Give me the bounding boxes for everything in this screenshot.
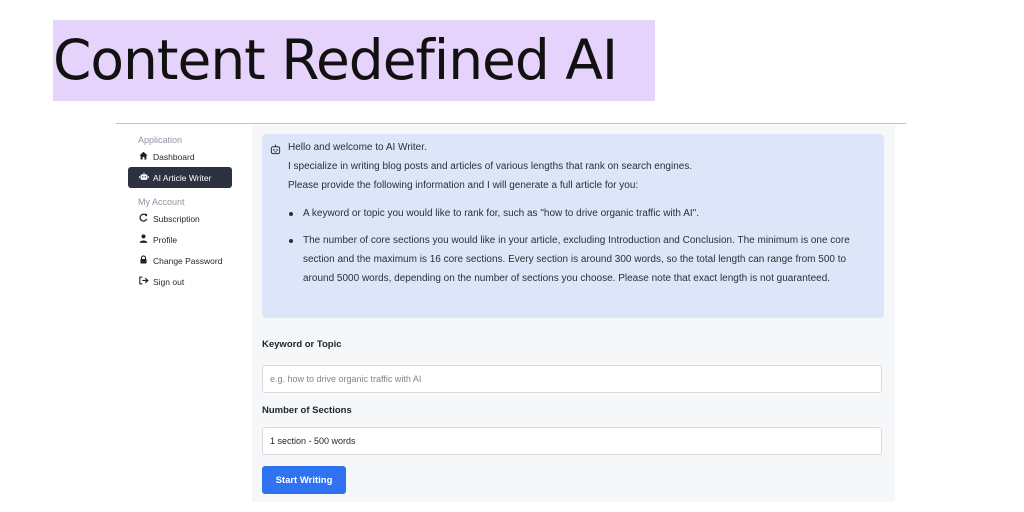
sidebar-item-label: Subscription [153,213,200,224]
sections-select-value: 1 section - 500 words [270,436,356,446]
intro-greeting: Hello and welcome to AI Writer. [288,142,427,153]
intro-bullet: The number of core sections you would li… [289,231,871,288]
sidebar-heading-my-account: My Account [138,197,185,207]
robot-icon [138,172,149,183]
user-icon [138,234,149,245]
sections-select[interactable]: 1 section - 500 words [262,427,882,455]
sidebar-item-sign-out[interactable]: Sign out [128,271,238,292]
sidebar-item-ai-article-writer[interactable]: AI Article Writer [128,167,232,188]
main-panel: Hello and welcome to AI Writer. I specia… [252,125,895,502]
intro-bullet-text: The number of core sections you would li… [303,235,850,284]
hero-banner: Content Redefined AI [53,20,655,101]
lock-icon [138,255,149,266]
sidebar-item-label: Profile [153,234,178,245]
start-writing-button[interactable]: Start Writing [262,466,346,494]
sidebar-heading-application: Application [138,135,183,145]
intro-message: Hello and welcome to AI Writer. I specia… [262,134,884,318]
keyword-input[interactable] [262,365,882,393]
sections-label: Number of Sections [262,405,352,416]
divider [116,123,906,124]
sidebar-item-subscription[interactable]: Subscription [128,208,238,229]
page: Content Redefined AI Application Dashboa… [0,0,1024,512]
keyword-label: Keyword or Topic [262,339,342,350]
intro-bullet: A keyword or topic you would like to ran… [289,204,871,223]
sidebar: Application Dashboard AI Article Writer … [128,130,238,292]
refresh-icon [138,213,149,224]
sidebar-item-profile[interactable]: Profile [128,229,238,250]
home-icon [138,151,149,162]
sidebar-item-label: AI Article Writer [153,172,212,183]
intro-instructions: Please provide the following information… [288,180,639,191]
bullet-dot [289,212,293,216]
sidebar-item-label: Change Password [153,255,223,266]
robot-icon [270,143,281,155]
sidebar-item-change-password[interactable]: Change Password [128,250,238,271]
sidebar-item-label: Sign out [153,276,185,287]
sidebar-item-label: Dashboard [153,151,195,162]
intro-description: I specialize in writing blog posts and a… [288,161,693,172]
bullet-dot [289,239,293,243]
sign-out-icon [138,276,149,287]
sidebar-item-dashboard[interactable]: Dashboard [128,146,238,167]
hero-title: Content Redefined AI [53,28,618,92]
intro-bullet-text: A keyword or topic you would like to ran… [303,208,699,219]
